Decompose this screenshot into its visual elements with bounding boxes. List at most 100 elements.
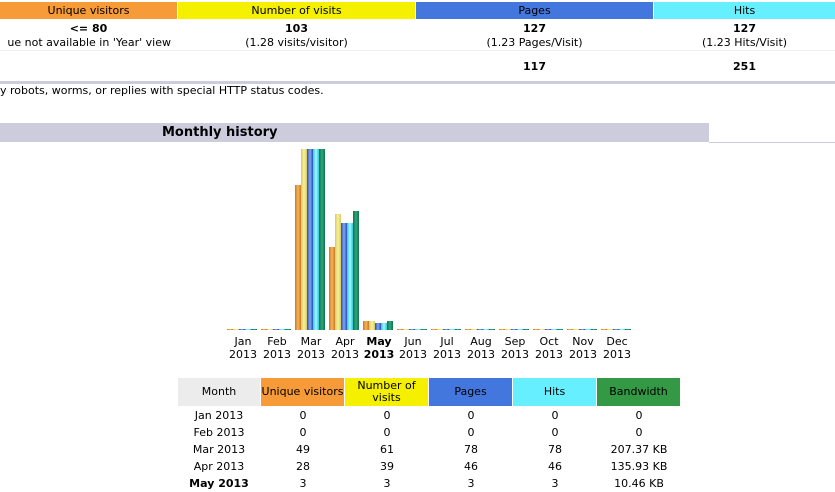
bar-aug-bandwidth <box>489 329 495 330</box>
row-month: Feb 2013 <box>193 426 245 439</box>
row-cell-pages: 78 <box>464 443 478 456</box>
label-month: Sep <box>504 335 526 348</box>
header-hits: Hits <box>654 2 835 19</box>
label-month: May <box>366 335 392 348</box>
col-hits: Hits <box>513 378 596 406</box>
row-cell-visits: 3 <box>383 477 391 490</box>
label-year: 2013 <box>263 348 291 361</box>
bar-oct-bandwidth <box>557 329 563 330</box>
label-month: Oct <box>539 335 559 348</box>
label-feb: Feb 2013 <box>260 335 294 361</box>
label-year: 2013 <box>297 348 325 361</box>
col-pages: Pages <box>429 378 512 406</box>
label-jan: Jan 2013 <box>226 335 260 361</box>
label-year: 2013 <box>433 348 461 361</box>
label-oct: Oct 2013 <box>532 335 566 361</box>
section-underline <box>709 142 835 143</box>
section-title-monthly-history: Monthly history <box>0 123 709 142</box>
row-cell-unique: 28 <box>296 460 310 473</box>
label-month: Jun <box>404 335 422 348</box>
row-cell-pages: 46 <box>464 460 478 473</box>
bar-feb-bandwidth <box>285 329 291 330</box>
row-cell-bandwidth: 207.37 KB <box>610 443 668 456</box>
label-month: Jul <box>440 335 454 348</box>
bar-may-bandwidth <box>387 321 393 330</box>
visits-note: (1.28 visits/visitor) <box>245 36 348 49</box>
row-cell-visits: 0 <box>383 409 391 422</box>
row-cell-hits: 0 <box>551 409 559 422</box>
row-month: Jan 2013 <box>194 409 244 422</box>
label-year: 2013 <box>535 348 563 361</box>
label-apr: Apr 2013 <box>328 335 362 361</box>
bar-nov-bandwidth <box>591 329 597 330</box>
row-cell-pages: 0 <box>467 409 475 422</box>
label-nov: Nov 2013 <box>566 335 600 361</box>
label-may: May 2013 <box>362 335 396 361</box>
col-number-of-visits: Number of visits <box>345 378 428 406</box>
label-aug: Aug 2013 <box>464 335 498 361</box>
row-cell-visits: 0 <box>383 426 391 439</box>
bar-sep-bandwidth <box>523 329 529 330</box>
label-year: 2013 <box>331 348 359 361</box>
row-cell-unique: 3 <box>299 477 307 490</box>
header-number-of-visits: Number of visits <box>178 2 415 19</box>
label-mar: Mar 2013 <box>294 335 328 361</box>
row-cell-hits: 3 <box>551 477 559 490</box>
header-pages: Pages <box>416 2 653 19</box>
row-month: May 2013 <box>189 477 249 490</box>
label-month: Jan <box>234 335 252 348</box>
row-cell-hits: 0 <box>551 426 559 439</box>
row-cell-visits: 39 <box>380 460 394 473</box>
label-year: 2013 <box>363 348 395 361</box>
label-year: 2013 <box>603 348 631 361</box>
row-cell-unique: 0 <box>299 426 307 439</box>
notviewed-pages: 117 <box>523 60 546 73</box>
row-divider <box>0 50 835 51</box>
row-cell-pages: 0 <box>467 426 475 439</box>
row-cell-hits: 46 <box>548 460 562 473</box>
row-month: Apr 2013 <box>193 460 245 473</box>
label-month: Mar <box>300 335 322 348</box>
bar-jun-bandwidth <box>421 329 427 330</box>
monthly-chart <box>226 149 636 330</box>
row-cell-bandwidth: 0 <box>635 426 643 439</box>
unique-note: ue not available in 'Year' view <box>7 36 171 49</box>
label-month: Aug <box>470 335 492 348</box>
label-jun: Jun 2013 <box>396 335 430 361</box>
label-year: 2013 <box>501 348 529 361</box>
bar-mar-bandwidth <box>319 149 325 330</box>
bar-jul-bandwidth <box>455 329 461 330</box>
label-dec: Dec 2013 <box>600 335 634 361</box>
unique-value: <= 80 <box>69 22 108 35</box>
col-bandwidth: Bandwidth <box>597 378 680 406</box>
visits-value: 103 <box>285 22 308 35</box>
label-sep: Sep 2013 <box>498 335 532 361</box>
row-cell-visits: 61 <box>380 443 394 456</box>
row-cell-unique: 0 <box>299 409 307 422</box>
col-unique-visitors: Unique visitors <box>261 378 344 406</box>
col-month: Month <box>178 378 260 406</box>
label-year: 2013 <box>399 348 427 361</box>
row-cell-bandwidth: 10.46 KB <box>614 477 664 490</box>
pages-value: 127 <box>523 22 546 35</box>
hits-value: 127 <box>733 22 756 35</box>
bar-jan-bandwidth <box>251 329 257 330</box>
row-month: Mar 2013 <box>192 443 246 456</box>
label-month: Nov <box>572 335 594 348</box>
label-jul: Jul 2013 <box>430 335 464 361</box>
bar-apr-bandwidth <box>353 211 359 330</box>
label-year: 2013 <box>569 348 597 361</box>
row-cell-bandwidth: 135.93 KB <box>610 460 668 473</box>
label-month: Dec <box>606 335 628 348</box>
row-cell-pages: 3 <box>467 477 475 490</box>
bar-dec-bandwidth <box>625 329 631 330</box>
label-year: 2013 <box>229 348 257 361</box>
pages-note: (1.23 Pages/Visit) <box>486 36 583 49</box>
row-cell-bandwidth: 0 <box>635 409 643 422</box>
row-cell-hits: 78 <box>548 443 562 456</box>
hits-note: (1.23 Hits/Visit) <box>701 36 788 49</box>
label-month: Apr <box>335 335 355 348</box>
row-cell-unique: 49 <box>296 443 310 456</box>
notviewed-hits: 251 <box>733 60 756 73</box>
footnote: y robots, worms, or replies with special… <box>0 84 324 97</box>
